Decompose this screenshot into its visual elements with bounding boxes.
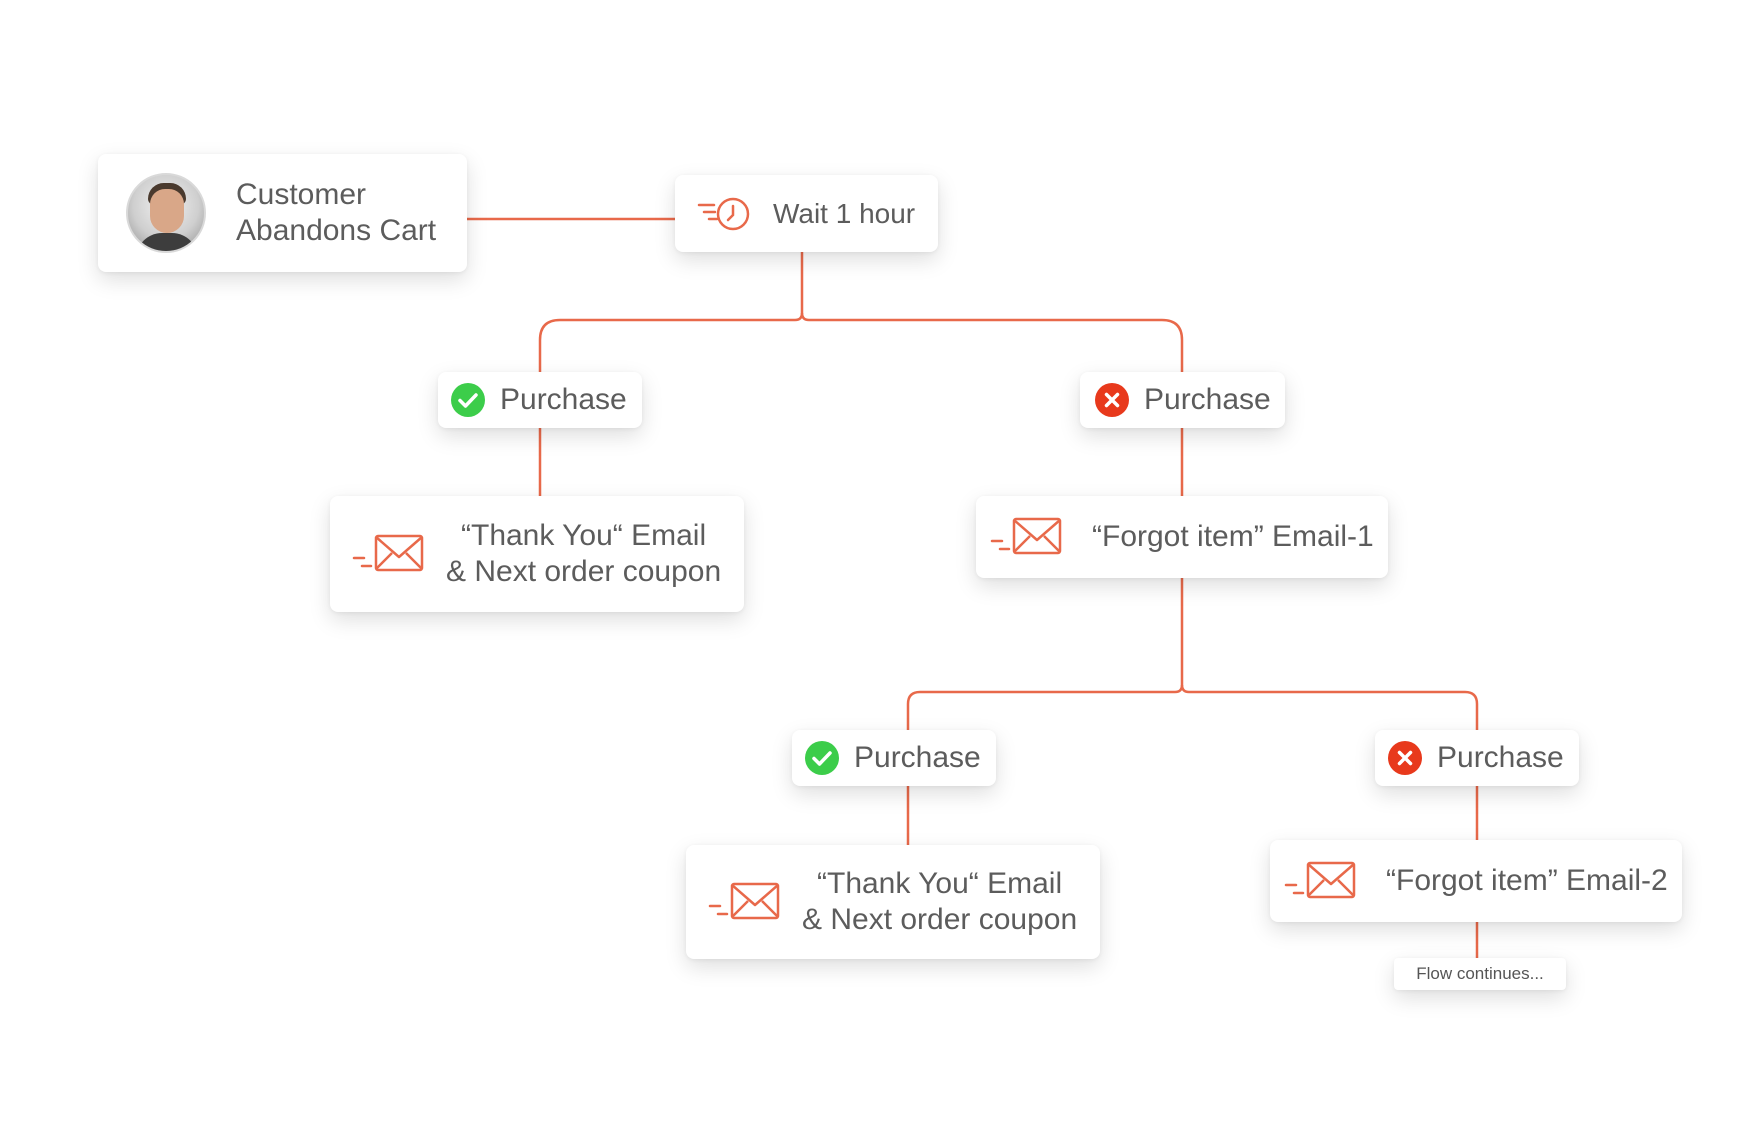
- connector-forgot1-split: [906, 578, 1184, 732]
- trigger-label-line1: Customer: [236, 178, 367, 211]
- thankyou-1-label: “Thank You“ Email & Next order coupon: [446, 518, 721, 590]
- thankyou-2-line1: “Thank You“ Email: [817, 867, 1063, 900]
- thankyou-1-line1: “Thank You“ Email: [461, 519, 707, 552]
- connector-forgot1-split-right: [1180, 684, 1479, 732]
- x-circle-icon: [1388, 741, 1422, 775]
- node-thankyou-email-2[interactable]: “Thank You“ Email & Next order coupon: [686, 845, 1100, 959]
- purchase-yes-2-label: Purchase: [854, 741, 981, 774]
- connector-wait-split-right: [800, 312, 1184, 372]
- customer-avatar: [126, 173, 206, 253]
- email-icon: [352, 534, 424, 572]
- node-customer-abandons-cart[interactable]: Customer Abandons Cart: [98, 154, 467, 272]
- thankyou-1-line2: & Next order coupon: [446, 555, 722, 588]
- email-icon: [708, 882, 780, 920]
- node-forgot-email-1[interactable]: “Forgot item” Email-1: [976, 496, 1388, 578]
- trigger-label: Customer Abandons Cart: [236, 177, 436, 249]
- node-wait[interactable]: Wait 1 hour: [675, 175, 938, 252]
- node-flow-continues[interactable]: Flow continues...: [1394, 958, 1566, 990]
- node-purchase-no-1[interactable]: Purchase: [1080, 372, 1285, 428]
- email-icon: [1284, 861, 1356, 899]
- node-purchase-yes-1[interactable]: Purchase: [438, 372, 642, 428]
- x-circle-icon: [1095, 383, 1129, 417]
- timer-icon: [697, 197, 750, 230]
- email-icon: [990, 517, 1062, 555]
- node-forgot-email-2[interactable]: “Forgot item” Email-2: [1270, 840, 1682, 922]
- wait-label: Wait 1 hour: [773, 197, 916, 229]
- node-thankyou-email-1[interactable]: “Thank You“ Email & Next order coupon: [330, 496, 744, 612]
- purchase-yes-1-label: Purchase: [500, 383, 627, 416]
- flow-continues-label: Flow continues...: [1416, 964, 1544, 983]
- node-purchase-no-2[interactable]: Purchase: [1375, 730, 1579, 786]
- thankyou-2-label: “Thank You“ Email & Next order coupon: [802, 866, 1077, 938]
- check-circle-icon: [805, 741, 839, 775]
- forgot-1-label: “Forgot item” Email-1: [1092, 520, 1374, 553]
- node-purchase-yes-2[interactable]: Purchase: [792, 730, 996, 786]
- connector-wait-split: [538, 252, 804, 372]
- purchase-no-2-label: Purchase: [1437, 741, 1564, 774]
- trigger-label-line2: Abandons Cart: [236, 214, 437, 247]
- thankyou-2-line2: & Next order coupon: [802, 903, 1078, 936]
- purchase-no-1-label: Purchase: [1144, 383, 1271, 416]
- check-circle-icon: [451, 383, 485, 417]
- forgot-2-label: “Forgot item” Email-2: [1386, 864, 1668, 897]
